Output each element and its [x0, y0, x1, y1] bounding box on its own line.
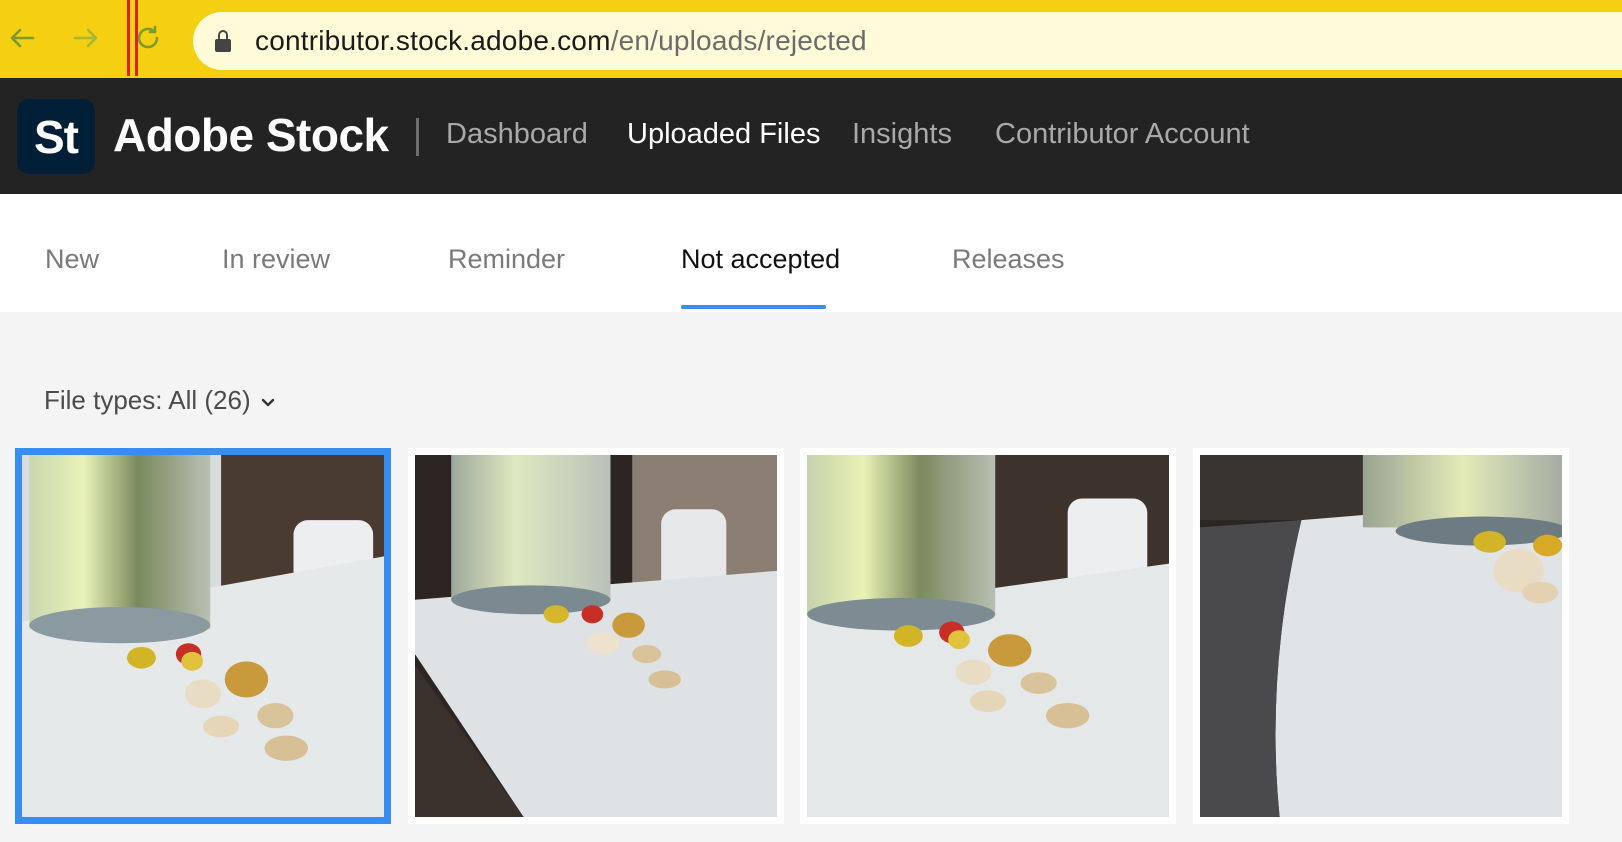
file-types-filter-label: File types: All (26)	[44, 385, 251, 415]
adobe-stock-logo[interactable]: St	[17, 99, 95, 174]
tab-new[interactable]: New	[45, 244, 99, 275]
chevron-down-icon	[261, 398, 274, 406]
lock-icon	[215, 30, 231, 52]
brand-name[interactable]: Adobe Stock	[113, 108, 389, 162]
browser-toolbar: contributor.stock.adobe.com/en/uploads/r…	[0, 0, 1622, 78]
thumbnail-1[interactable]	[15, 448, 391, 824]
thumbnail-image	[807, 455, 1169, 817]
app-header: St Adobe Stock Dashboard Uploaded Files …	[0, 78, 1622, 194]
url-domain: contributor.stock.adobe.com	[255, 25, 611, 56]
nav-uploaded-files[interactable]: Uploaded Files	[627, 118, 820, 151]
thumbnail-2[interactable]	[408, 448, 784, 824]
reload-button[interactable]	[130, 20, 166, 56]
thumbnail-image	[22, 455, 384, 817]
nav-contributor-account[interactable]: Contributor Account	[995, 118, 1250, 151]
tab-releases[interactable]: Releases	[952, 244, 1065, 275]
nav-dashboard[interactable]: Dashboard	[446, 118, 588, 151]
url-text: contributor.stock.adobe.com/en/uploads/r…	[255, 25, 867, 57]
upload-status-tabs: New In review Reminder Not accepted Rele…	[0, 194, 1622, 312]
nav-insights[interactable]: Insights	[852, 118, 952, 151]
thumbnail-3[interactable]	[800, 448, 1176, 824]
forward-arrow-icon	[73, 28, 98, 48]
thumbnail-4[interactable]	[1193, 448, 1569, 824]
file-types-filter[interactable]: File types: All (26)	[44, 385, 275, 416]
back-arrow-icon	[10, 28, 35, 48]
tab-reminder[interactable]: Reminder	[448, 244, 565, 275]
thumbnail-image	[1200, 455, 1562, 817]
active-tab-indicator	[681, 305, 826, 309]
reload-icon	[137, 25, 159, 49]
address-bar[interactable]: contributor.stock.adobe.com/en/uploads/r…	[193, 12, 1622, 70]
thumbnail-image	[415, 455, 777, 817]
back-button[interactable]	[4, 20, 40, 56]
tab-in-review[interactable]: In review	[222, 244, 330, 275]
header-divider	[416, 118, 419, 156]
forward-button[interactable]	[68, 20, 104, 56]
tab-not-accepted[interactable]: Not accepted	[681, 244, 840, 275]
url-path: /en/uploads/rejected	[610, 25, 867, 56]
